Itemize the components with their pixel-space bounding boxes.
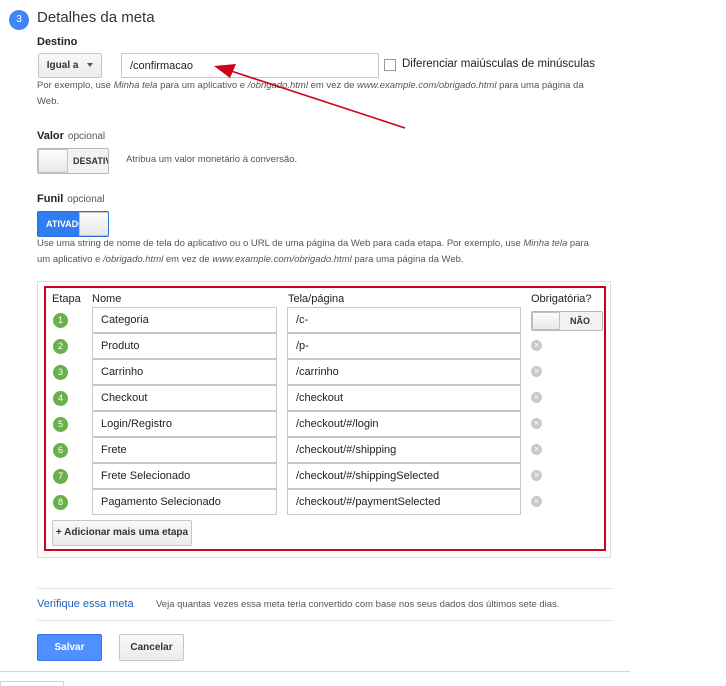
step-page-input[interactable] xyxy=(287,307,521,333)
step-page-input[interactable] xyxy=(287,489,521,515)
footer-tab xyxy=(0,681,64,686)
section-title: Detalhes da meta xyxy=(37,9,155,26)
step-page-input[interactable] xyxy=(287,463,521,489)
step-name-input[interactable] xyxy=(92,359,277,385)
toggle-knob xyxy=(38,149,68,173)
step-name-input[interactable] xyxy=(92,489,277,515)
column-etapa: Etapa xyxy=(52,293,81,305)
remove-step-icon[interactable]: × xyxy=(531,444,542,455)
funil-toggle[interactable]: ATIVADO xyxy=(37,211,109,237)
case-sensitive-label: Diferenciar maiúsculas de minúsculas xyxy=(402,58,596,70)
funil-label: Funil opcional xyxy=(37,193,105,205)
valor-toggle[interactable]: DESATIVADO xyxy=(37,148,109,174)
annotation-arrow-icon xyxy=(214,64,406,129)
step-name-input[interactable] xyxy=(92,411,277,437)
required-toggle[interactable]: NÃO xyxy=(531,311,603,331)
required-toggle-text: NÃO xyxy=(570,316,590,326)
cancel-button[interactable]: Cancelar xyxy=(119,634,184,661)
column-obrigatoria: Obrigatória? xyxy=(531,293,592,305)
step-number-badge: 5 xyxy=(53,416,68,432)
remove-step-icon[interactable]: × xyxy=(531,392,542,403)
divider xyxy=(37,588,613,589)
step-number-badge: 6 xyxy=(53,442,68,458)
step-name-input[interactable] xyxy=(92,385,277,411)
remove-step-icon[interactable]: × xyxy=(531,496,542,507)
divider xyxy=(37,620,613,621)
funil-help: Use uma string de nome de tela do aplica… xyxy=(37,238,589,265)
valor-help: Atribua um valor monetário à conversão. xyxy=(126,154,298,165)
match-type-dropdown[interactable]: Igual a xyxy=(38,53,102,78)
footer-divider xyxy=(0,671,630,672)
destino-label: Destino xyxy=(37,36,78,48)
verify-goal-link[interactable]: Verifique essa meta xyxy=(37,598,134,610)
step-number-badge: 3 xyxy=(9,10,29,30)
column-nome: Nome xyxy=(92,293,122,305)
toggle-knob xyxy=(532,312,560,330)
step-page-input[interactable] xyxy=(287,359,521,385)
step-number-badge: 7 xyxy=(53,468,68,484)
step-page-input[interactable] xyxy=(287,437,521,463)
step-number-badge: 1 xyxy=(53,312,68,328)
step-page-input[interactable] xyxy=(287,411,521,437)
valor-label: Valor opcional xyxy=(37,130,106,142)
save-button[interactable]: Salvar xyxy=(37,634,102,661)
step-number-badge: 2 xyxy=(53,338,68,354)
step-name-input[interactable] xyxy=(92,437,277,463)
step-page-input[interactable] xyxy=(287,385,521,411)
step-number-badge: 8 xyxy=(53,494,68,510)
remove-step-icon[interactable]: × xyxy=(531,340,542,351)
remove-step-icon[interactable]: × xyxy=(531,418,542,429)
step-name-input[interactable] xyxy=(92,333,277,359)
remove-step-icon[interactable]: × xyxy=(531,366,542,377)
column-tela: Tela/página xyxy=(288,293,345,305)
step-number-badge: 4 xyxy=(53,390,68,406)
match-type-value: Igual a xyxy=(46,60,79,71)
caret-down-icon xyxy=(87,63,94,68)
verify-description: Veja quantas vezes essa meta teria conve… xyxy=(156,599,560,610)
step-page-input[interactable] xyxy=(287,333,521,359)
step-name-input[interactable] xyxy=(92,463,277,489)
toggle-knob xyxy=(79,212,108,236)
step-name-input[interactable] xyxy=(92,307,277,333)
add-step-button[interactable]: + Adicionar mais uma etapa xyxy=(52,520,192,546)
valor-toggle-text: DESATIVADO xyxy=(73,156,108,166)
remove-step-icon[interactable]: × xyxy=(531,470,542,481)
step-number-badge: 3 xyxy=(53,364,68,380)
